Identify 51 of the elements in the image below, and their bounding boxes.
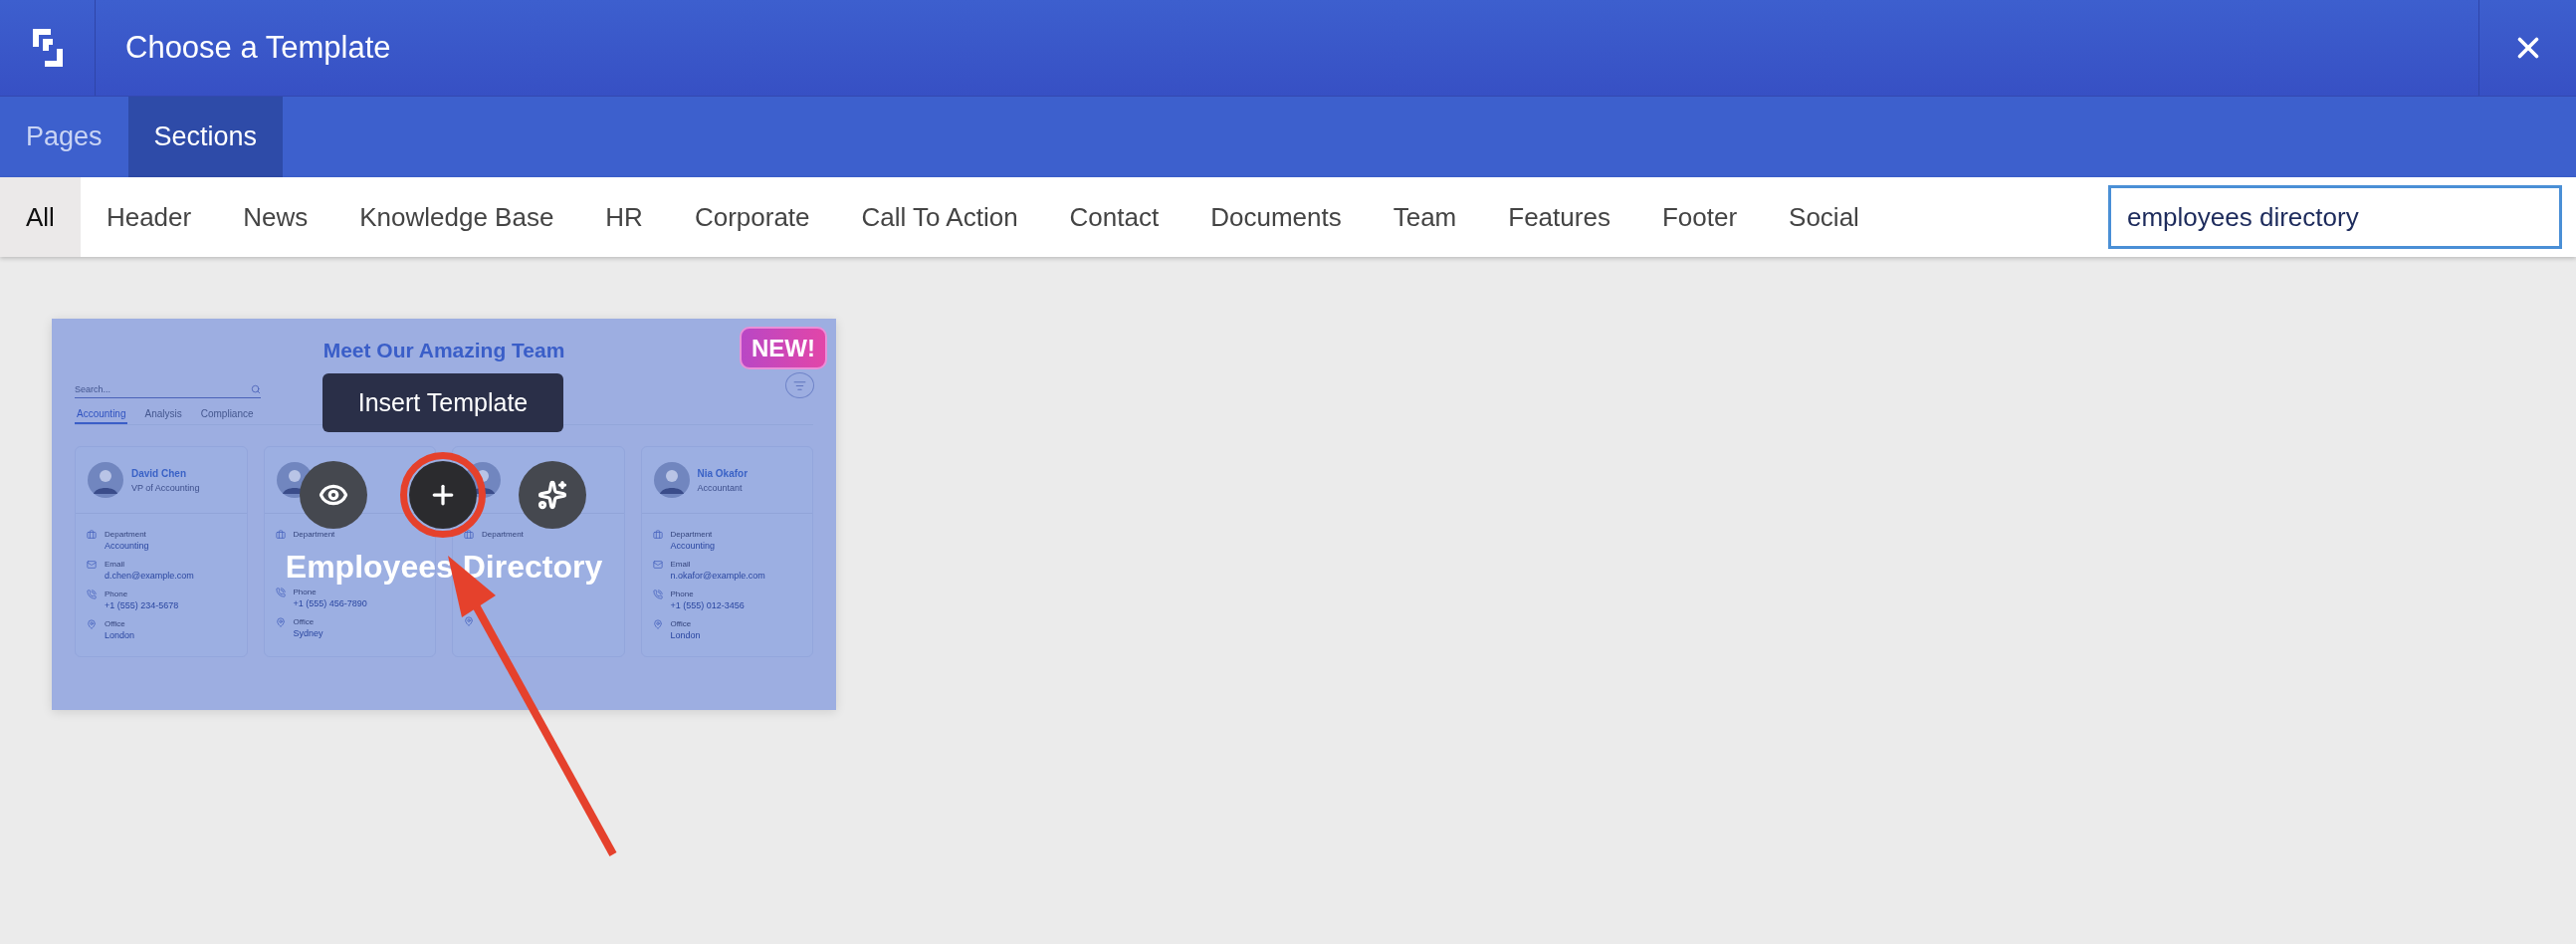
field-value: d.chen@example.com [105,571,194,581]
category-tab[interactable]: Knowledge Base [333,177,580,257]
preview-search-field: Search... [75,384,261,398]
field-label: Phone [105,590,129,598]
category-tab[interactable]: Contact [1043,177,1185,257]
category-tab[interactable]: Footer [1635,177,1764,257]
new-badge: NEW! [740,327,827,369]
tooltip: Insert Template [322,373,563,432]
field-value: +1 (555) 012-3456 [670,600,745,610]
field-label: Department [482,530,524,539]
category-tab[interactable]: Header [80,177,218,257]
category-tab[interactable]: All [0,177,81,257]
field-value: n.okafor@example.com [670,571,765,581]
employee-name: Nia Okafor [697,467,749,479]
field-label: Office [670,619,693,628]
preview-tab-label: Compliance [199,408,255,421]
search-field[interactable]: employees directory [2108,185,2562,249]
field-label: Department [670,530,714,539]
category-tab[interactable]: Team [1367,177,1483,257]
window-title: Choose a Template [124,29,392,67]
field-value: Sydney [293,628,323,638]
category-tab[interactable]: News [217,177,334,257]
field-value: London [670,630,701,640]
field-value: Accounting [105,541,149,551]
field-label: Email [670,560,692,569]
tab[interactable]: Pages [0,97,128,177]
field-label: Office [293,617,316,626]
template-name: Employees Directory [285,549,603,586]
field-label: Department [293,530,335,539]
employee-name: David Chen [131,467,187,479]
field-value: Accounting [670,541,716,551]
field-label: Phone [293,588,318,596]
category-tab[interactable]: Corporate [668,177,836,257]
field-value: London [105,630,135,640]
category-tab[interactable]: Features [1482,177,1636,257]
field-label: Department [105,530,147,539]
category-tab[interactable]: Social [1763,177,1885,257]
preview-tab-label: Accounting [75,408,128,424]
preview-tab-label: Analysis [143,408,183,421]
category-tab[interactable]: Documents [1184,177,1368,257]
field-value: +1 (555) 456-7890 [293,598,367,608]
category-tab[interactable]: HR [579,177,669,257]
field-label: Email [105,560,125,569]
field-label: Office [105,619,126,628]
tab[interactable]: Sections [127,97,284,177]
field-value: +1 (555) 234-5678 [105,600,179,610]
employee-role: VP of Accounting [131,482,200,493]
employee-role: Accountant [697,482,744,493]
field-label: Phone [670,590,695,598]
category-tab[interactable]: Call To Action [835,177,1044,257]
preview-title: Meet Our Amazing Team [322,339,565,362]
